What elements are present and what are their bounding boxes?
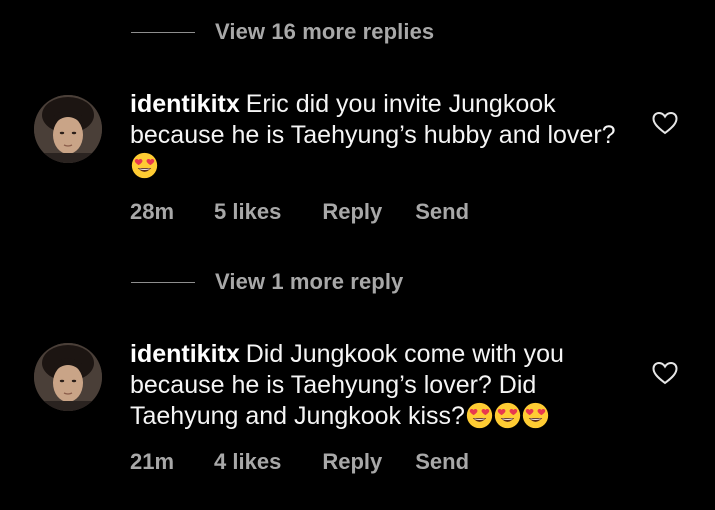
like-heart-icon[interactable] — [652, 111, 678, 135]
comment-body: identikitx Eric did you invite Jungkook b… — [130, 89, 630, 182]
heart-eyes-emoji-icon — [494, 402, 521, 429]
comment-time: 28m — [130, 199, 175, 224]
thread-line — [131, 281, 195, 283]
view-more-replies-mid[interactable]: View 1 more reply — [131, 267, 403, 297]
heart-eyes-emoji-icon — [522, 402, 549, 429]
comment-actions: 28m 5 likes Reply Send — [130, 199, 510, 225]
comment-username[interactable]: identikitx — [130, 340, 240, 368]
heart-eyes-emoji-icon — [466, 402, 493, 429]
like-heart-icon[interactable] — [652, 361, 678, 385]
avatar-image — [34, 343, 102, 411]
reply-button[interactable]: Reply — [322, 449, 382, 475]
avatar-image — [34, 95, 102, 163]
comment-username[interactable]: identikitx — [130, 90, 240, 118]
comment-likes[interactable]: 4 likes — [214, 449, 281, 475]
view-more-replies-top[interactable]: View 16 more replies — [131, 17, 434, 47]
comment-time: 21m — [130, 449, 175, 474]
send-button[interactable]: Send — [415, 199, 469, 225]
comment-actions: 21m 4 likes Reply Send — [130, 449, 510, 475]
comment-body: identikitx Did Jungkook come with you bec… — [130, 339, 630, 432]
view-more-replies-label[interactable]: View 16 more replies — [215, 19, 434, 45]
heart-eyes-emoji-icon — [131, 152, 158, 179]
thread-line — [131, 31, 195, 33]
view-more-replies-label[interactable]: View 1 more reply — [215, 269, 403, 295]
send-button[interactable]: Send — [415, 449, 469, 475]
reply-button[interactable]: Reply — [322, 199, 382, 225]
avatar[interactable] — [34, 343, 102, 411]
avatar[interactable] — [34, 95, 102, 163]
comment-likes[interactable]: 5 likes — [214, 199, 281, 225]
